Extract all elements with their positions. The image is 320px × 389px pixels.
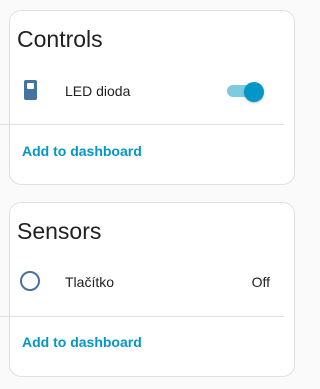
- controls-title: Controls: [17, 26, 103, 52]
- sensors-title: Sensors: [17, 218, 102, 244]
- sensors-divider: [0, 316, 284, 317]
- toggle-thumb: [244, 82, 264, 102]
- sensors-add-to-dashboard-button[interactable]: Add to dashboard: [22, 334, 142, 350]
- led-dioda-label: LED dioda: [65, 83, 131, 99]
- led-dioda-toggle[interactable]: [227, 82, 264, 102]
- remote-icon: [18, 78, 42, 102]
- tlacitko-label: Tlačítko: [65, 274, 115, 290]
- controls-add-to-dashboard-button[interactable]: Add to dashboard: [22, 143, 142, 159]
- circle-outline-icon: [18, 269, 42, 293]
- tlacitko-row[interactable]: Tlačítko Off: [0, 261, 286, 301]
- controls-divider: [0, 124, 284, 125]
- led-dioda-row[interactable]: LED dioda: [0, 70, 286, 110]
- tlacitko-state: Off: [251, 274, 270, 290]
